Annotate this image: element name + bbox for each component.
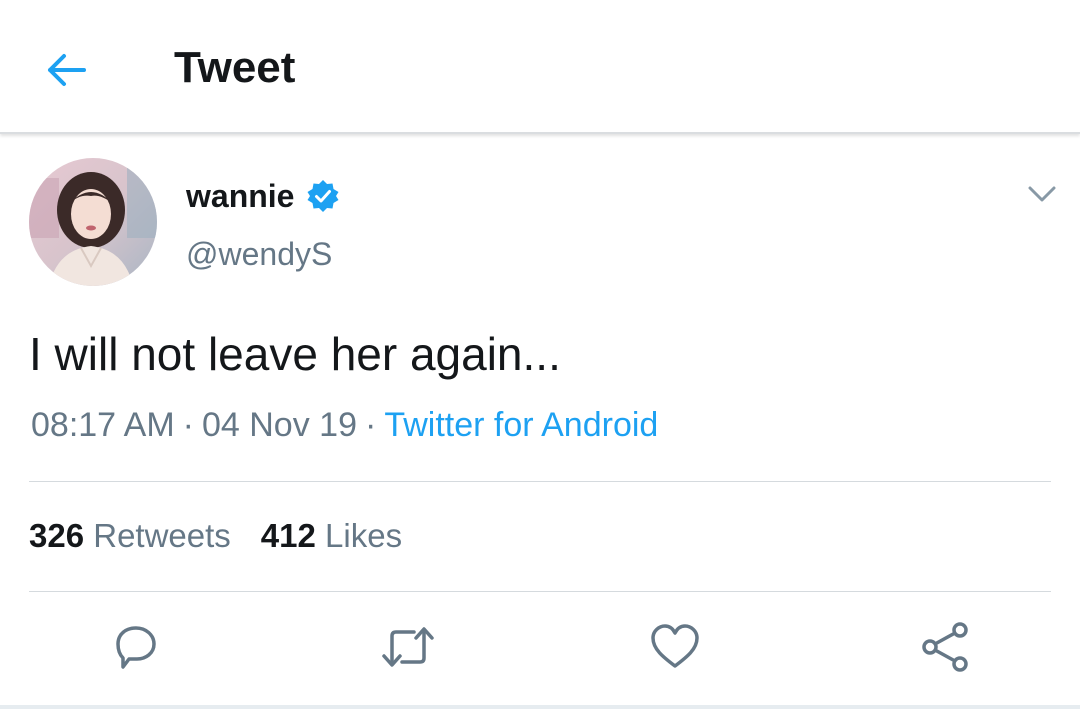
tweet-date: 04 Nov 19	[201, 406, 357, 444]
user-name-row[interactable]: wannie	[186, 176, 340, 216]
tweet-text: I will not leave her again...	[29, 328, 561, 380]
back-button[interactable]	[40, 44, 92, 96]
avatar-image	[29, 158, 157, 286]
heart-icon	[651, 624, 699, 668]
chevron-down-icon	[1028, 186, 1056, 202]
tweet-meta: 08:17 AM · 04 Nov 19 · Twitter for Android	[31, 406, 658, 445]
retweets-label[interactable]: Retweets	[93, 517, 231, 554]
share-button[interactable]	[913, 615, 977, 679]
likes-count[interactable]: 412	[261, 517, 316, 554]
likes-label[interactable]: Likes	[325, 517, 402, 554]
share-icon	[922, 622, 968, 672]
retweets-count[interactable]: 326	[29, 517, 84, 554]
bottom-divider	[0, 705, 1080, 709]
meta-separator: ·	[364, 406, 377, 444]
top-app-bar: Tweet	[0, 0, 1080, 134]
retweet-icon	[382, 627, 434, 667]
reply-icon	[116, 626, 156, 669]
meta-separator: ·	[182, 406, 194, 444]
user-handle[interactable]: @wendyS	[186, 236, 332, 273]
display-name[interactable]: wannie	[186, 178, 294, 215]
arrow-left-icon	[48, 54, 86, 86]
action-bar	[0, 615, 1080, 679]
page-title: Tweet	[174, 43, 296, 92]
divider	[29, 481, 1051, 482]
verified-badge-icon	[307, 180, 339, 212]
retweet-button[interactable]	[376, 615, 440, 679]
more-options-button[interactable]	[1026, 180, 1058, 208]
tweet-stats: 326 Retweets 412 Likes	[29, 517, 402, 555]
like-button[interactable]	[643, 615, 707, 679]
tweet-time: 08:17 AM	[31, 406, 175, 444]
divider	[29, 591, 1051, 592]
reply-button[interactable]	[103, 615, 167, 679]
tweet-source-link[interactable]: Twitter for Android	[384, 406, 658, 444]
avatar[interactable]	[29, 158, 157, 286]
